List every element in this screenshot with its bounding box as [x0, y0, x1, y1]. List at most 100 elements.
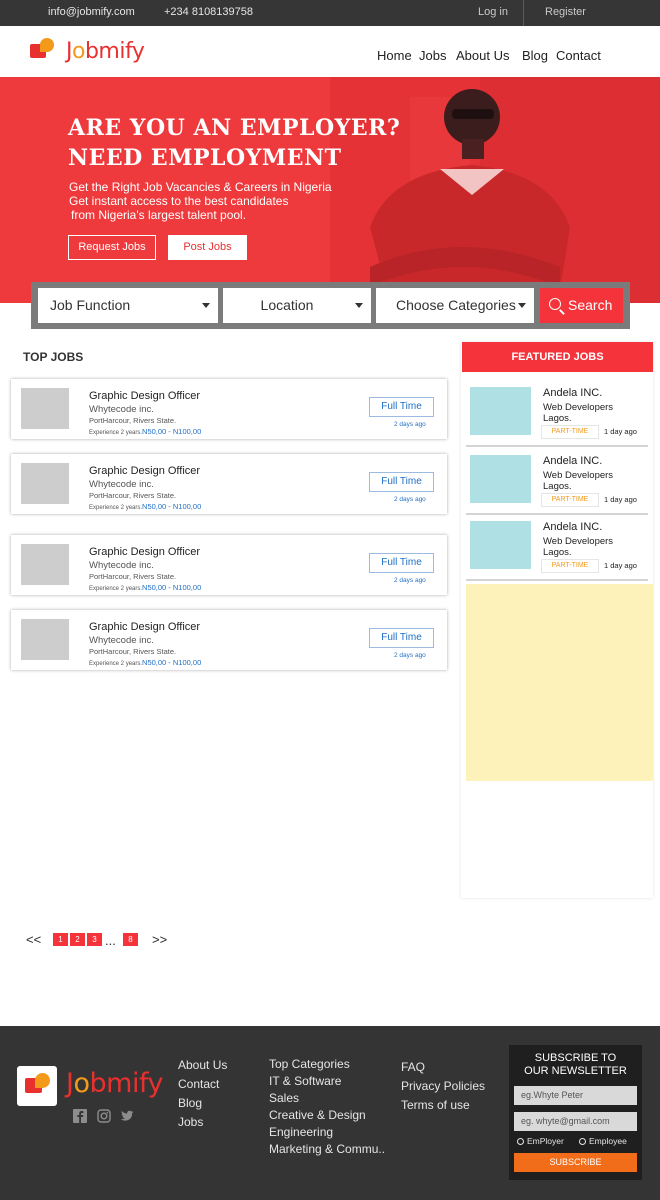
login-link[interactable]: Log in: [478, 6, 508, 18]
chevron-down-icon: [355, 303, 363, 308]
prev-page-button[interactable]: <<: [26, 932, 41, 947]
job-title[interactable]: Graphic Design Officer: [89, 465, 200, 477]
job-type-badge[interactable]: Full Time: [369, 553, 434, 573]
nav-blog[interactable]: Blog: [522, 48, 548, 63]
job-company: Whytecode inc.: [89, 635, 154, 646]
contact-phone[interactable]: +234 8108139758: [164, 6, 253, 18]
contact-email[interactable]: info@jobmify.com: [48, 6, 135, 18]
footer-link-faq[interactable]: FAQ: [401, 1058, 485, 1077]
location-select[interactable]: Location: [223, 288, 371, 323]
job-location: PortHarcour, Rivers State.: [89, 416, 177, 425]
featured-job-item[interactable]: Andela INC. Web Developers Lagos. PART-T…: [466, 387, 648, 447]
job-salary: N50,00 - N100,00: [142, 427, 202, 436]
job-title[interactable]: Graphic Design Officer: [89, 621, 200, 633]
search-bar: Job Function Location Choose Categories …: [31, 282, 630, 329]
job-salary: N50,00 - N100,00: [142, 583, 202, 592]
featured-job-item[interactable]: Andela INC. Web Developers Lagos. PART-T…: [466, 521, 648, 581]
job-card[interactable]: Graphic Design Officer Whytecode inc. Po…: [11, 454, 447, 514]
page-1-button[interactable]: 1: [53, 933, 68, 946]
job-posted-ago: 2 days ago: [394, 652, 426, 659]
hero-banner: ARE YOU AN EMPLOYER? NEED EMPLOYMENT Get …: [0, 77, 660, 303]
page-2-button[interactable]: 2: [70, 933, 85, 946]
featured-posted-ago: 1 day ago: [604, 495, 637, 504]
next-page-button[interactable]: >>: [152, 932, 167, 947]
footer-link-engineering[interactable]: Engineering: [269, 1124, 385, 1141]
featured-company[interactable]: Andela INC.: [543, 387, 602, 399]
featured-job-item[interactable]: Andela INC. Web Developers Lagos. PART-T…: [466, 455, 648, 515]
job-title[interactable]: Graphic Design Officer: [89, 390, 200, 402]
featured-posted-ago: 1 day ago: [604, 561, 637, 570]
job-experience: Experience 2 years.N50,00 - N100,00: [89, 502, 202, 511]
site-logo[interactable]: Jobmify: [30, 38, 145, 64]
nav-home[interactable]: Home: [377, 48, 412, 63]
post-jobs-button[interactable]: Post Jobs: [168, 235, 247, 260]
topbar-divider: [523, 0, 524, 26]
request-jobs-button[interactable]: Request Jobs: [68, 235, 156, 260]
featured-company[interactable]: Andela INC.: [543, 455, 602, 467]
job-company: Whytecode inc.: [89, 560, 154, 571]
job-card[interactable]: Graphic Design Officer Whytecode inc. Po…: [11, 535, 447, 595]
newsletter-box: SUBSCRIBE TO OUR NEWSLETTER eg.Whyte Pete…: [509, 1045, 642, 1180]
job-posted-ago: 2 days ago: [394, 496, 426, 503]
company-logo-placeholder: [21, 619, 69, 660]
register-link[interactable]: Register: [545, 6, 586, 18]
company-logo-placeholder: [470, 455, 531, 503]
footer-link-marketing[interactable]: Marketing & Commu..: [269, 1141, 385, 1158]
featured-role: Web Developers Lagos.: [543, 402, 614, 424]
footer-logo-text[interactable]: Jobmify: [66, 1068, 163, 1099]
hero-heading: ARE YOU AN EMPLOYER? NEED EMPLOYMENT: [68, 115, 401, 171]
facebook-icon[interactable]: [73, 1109, 87, 1123]
footer-link-terms[interactable]: Terms of use: [401, 1096, 485, 1115]
job-company: Whytecode inc.: [89, 479, 154, 490]
newsletter-email-input[interactable]: eg. whyte@gmail.com: [514, 1112, 637, 1131]
footer-links-company: About Us Contact Blog Jobs: [178, 1056, 227, 1132]
page-3-button[interactable]: 3: [87, 933, 102, 946]
job-card[interactable]: Graphic Design Officer Whytecode inc. Po…: [11, 610, 447, 670]
footer-link-sales[interactable]: Sales: [269, 1090, 385, 1107]
categories-select[interactable]: Choose Categories: [376, 288, 534, 323]
nav-about[interactable]: About Us: [456, 48, 509, 63]
footer-categories-heading: Top Categories: [269, 1057, 350, 1071]
job-type-badge[interactable]: Full Time: [369, 472, 434, 492]
footer-link-blog[interactable]: Blog: [178, 1094, 227, 1113]
featured-role: Web Developers Lagos.: [543, 536, 614, 558]
newsletter-name-input[interactable]: eg.Whyte Peter: [514, 1086, 637, 1105]
job-salary: N50,00 - N100,00: [142, 658, 202, 667]
top-bar: info@jobmify.com +234 8108139758 Log in …: [0, 0, 660, 26]
job-posted-ago: 2 days ago: [394, 577, 426, 584]
top-jobs-heading: TOP JOBS: [23, 350, 84, 364]
job-company: Whytecode inc.: [89, 404, 154, 415]
nav-contact[interactable]: Contact: [556, 48, 601, 63]
job-location: PortHarcour, Rivers State.: [89, 647, 177, 656]
job-experience: Experience 2 years.N50,00 - N100,00: [89, 658, 202, 667]
ad-placeholder[interactable]: [466, 584, 653, 781]
company-logo-placeholder: [470, 387, 531, 435]
featured-company[interactable]: Andela INC.: [543, 521, 602, 533]
footer-link-creative-design[interactable]: Creative & Design: [269, 1107, 385, 1124]
footer-link-jobs[interactable]: Jobs: [178, 1113, 227, 1132]
page-8-button[interactable]: 8: [123, 933, 138, 946]
company-logo-placeholder: [21, 544, 69, 585]
job-title[interactable]: Graphic Design Officer: [89, 546, 200, 558]
radio-icon: [517, 1138, 524, 1146]
instagram-icon[interactable]: [97, 1109, 111, 1123]
footer-links-categories: Top Categories IT & Software Sales Creat…: [269, 1056, 385, 1158]
twitter-icon[interactable]: [120, 1109, 134, 1123]
job-salary: N50,00 - N100,00: [142, 502, 202, 511]
job-type-badge[interactable]: Full Time: [369, 628, 434, 648]
job-card[interactable]: Graphic Design Officer Whytecode inc. Po…: [11, 379, 447, 439]
search-icon: [549, 298, 561, 310]
job-function-select[interactable]: Job Function: [38, 288, 218, 323]
nav-jobs[interactable]: Jobs: [419, 48, 446, 63]
job-type-badge[interactable]: Full Time: [369, 397, 434, 417]
footer-link-contact[interactable]: Contact: [178, 1075, 227, 1094]
search-button[interactable]: Search: [540, 288, 623, 323]
newsletter-title: SUBSCRIBE TO OUR NEWSLETTER: [524, 1052, 627, 1077]
radio-employer[interactable]: EmPloyer: [517, 1136, 564, 1146]
footer-link-it-software[interactable]: IT & Software: [269, 1073, 385, 1090]
subscribe-button[interactable]: SUBSCRIBE: [514, 1153, 637, 1172]
company-logo-placeholder: [470, 521, 531, 569]
radio-employee[interactable]: Employee: [579, 1136, 627, 1146]
footer-link-about[interactable]: About Us: [178, 1056, 227, 1075]
footer-link-privacy[interactable]: Privacy Policies: [401, 1077, 485, 1096]
